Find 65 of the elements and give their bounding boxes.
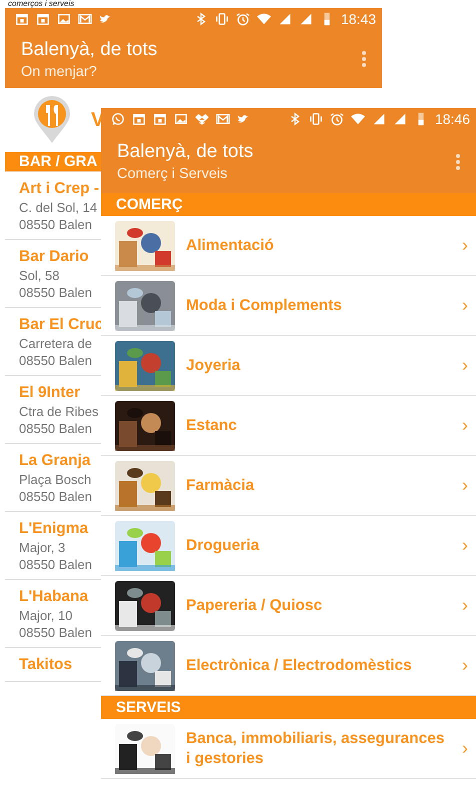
place-name[interactable]: Takitos	[19, 655, 101, 675]
chevron-icon: ›	[462, 655, 468, 676]
place-name[interactable]: L'Enigma	[19, 519, 101, 539]
place-address: Major, 10	[19, 607, 74, 624]
place-address: 08550 Balen	[19, 420, 94, 437]
signal-icon	[392, 112, 407, 126]
mail-icon	[216, 112, 230, 126]
place-name[interactable]: Art i Crep -	[19, 179, 101, 199]
chevron-icon: ›	[462, 738, 468, 759]
chevron-icon: ›	[462, 415, 468, 436]
vibrate-icon	[308, 112, 323, 126]
place-address: 08550 Balen	[19, 488, 94, 505]
chevron-icon: ›	[462, 475, 468, 496]
category-row[interactable]: Papereria / Quiosc ›	[101, 576, 476, 636]
image-icon	[174, 112, 188, 126]
category-row[interactable]: Drogueria ›	[101, 516, 476, 576]
chevron-icon: ›	[462, 535, 468, 556]
category-row[interactable]: Estanc ›	[101, 396, 476, 456]
wifi-icon	[256, 12, 271, 26]
place-address: Major, 3	[19, 539, 66, 556]
category-row[interactable]: Electrònica / Electrodomèstics ›	[101, 636, 476, 696]
alarm-icon	[236, 12, 250, 26]
section-header: COMERÇ	[101, 193, 476, 216]
wifi-icon	[350, 112, 365, 126]
chevron-icon: ›	[462, 355, 468, 376]
chevron-icon: ›	[462, 235, 468, 256]
more-menu-icon[interactable]	[362, 51, 366, 67]
caption-text: comerços i serveis	[8, 0, 74, 8]
place-address: 08550 Balen	[19, 284, 94, 301]
app-title: Balenyà, de tots	[21, 38, 158, 60]
category-row[interactable]: Farmàcia ›	[101, 456, 476, 516]
place-address: 08550 Balen	[19, 624, 94, 641]
section-header: SERVEIS	[101, 696, 476, 719]
place-name[interactable]: La Granja	[19, 451, 101, 471]
place-address: Ctra de Ribes	[19, 403, 100, 420]
image-icon	[57, 12, 71, 26]
place-name[interactable]: El 9Inter	[19, 383, 101, 403]
chevron-icon: ›	[462, 295, 468, 316]
category-row[interactable]: Moda i Complements ›	[101, 276, 476, 336]
place-address: 08550 Balen	[19, 216, 94, 233]
restaurant-pin-icon	[33, 96, 71, 144]
chevron-icon: ›	[462, 595, 468, 616]
place-address: C. del Sol, 14	[19, 199, 98, 216]
place-address: 08550 Balen	[19, 352, 94, 369]
place-address: Sol, 58	[19, 267, 60, 284]
place-name[interactable]: Bar El Cruc	[19, 315, 101, 335]
signal-icon	[298, 12, 313, 26]
signal-icon	[278, 12, 292, 26]
chat-bubble-icon	[111, 112, 125, 126]
place-name[interactable]: Bar Dario	[19, 247, 101, 267]
place-name[interactable]: L'Habana	[19, 587, 101, 607]
clock-time: 18:46	[434, 111, 470, 127]
place-address: 08550 Balen	[19, 556, 94, 573]
app-subtitle: On menjar?	[21, 64, 98, 80]
signal-icon	[372, 112, 386, 126]
place-address: Carretera de	[19, 335, 93, 352]
clock-time: 18:43	[340, 11, 376, 27]
more-menu-icon[interactable]	[456, 154, 460, 170]
category-row[interactable]: Alimentació ›	[101, 216, 476, 276]
vibrate-icon	[214, 12, 229, 26]
place-address: Plaça Bosch	[19, 471, 92, 488]
category-row[interactable]: Banca, immobiliaris, assegurances i gestories ›	[101, 719, 476, 779]
alarm-icon	[330, 112, 344, 126]
category-row[interactable]: Joyeria ›	[101, 336, 476, 396]
mail-icon	[78, 12, 92, 26]
